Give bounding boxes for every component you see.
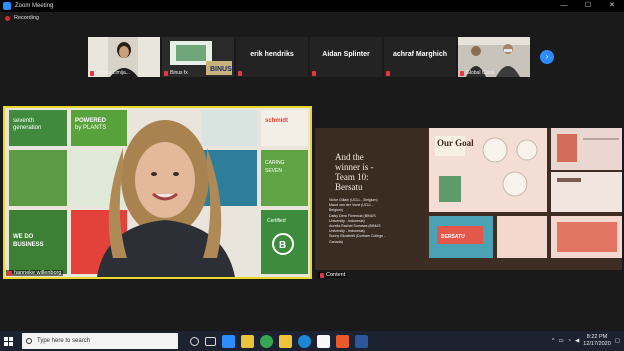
windows-taskbar: Type here to search ^ ▭ ◔ ◀ 8:22 PM 12/1… (0, 331, 624, 351)
recording-indicator[interactable]: Recording (5, 15, 39, 21)
muted-mic-icon (164, 70, 168, 76)
participant-name: achraf Marghich (392, 51, 448, 58)
svg-text:generation: generation (13, 125, 41, 131)
svg-text:BINUS: BINUS (210, 66, 232, 73)
search-placeholder: Type here to search (37, 338, 91, 344)
speaker-video-frame: seventh generation POWERED by PLANTS WE … (5, 108, 310, 277)
participant-name: Binus fx (170, 70, 188, 76)
svg-text:BERSATU: BERSATU (441, 234, 465, 240)
maximize-button[interactable]: ☐ (576, 0, 600, 12)
pinned-apps (190, 334, 368, 348)
svg-text:CARING: CARING (265, 160, 285, 166)
show-hidden-icons-icon[interactable]: ^ (552, 338, 555, 344)
task-view-icon[interactable] (205, 336, 216, 346)
search-icon (26, 338, 32, 344)
window-controls: — ☐ ✕ (552, 0, 624, 12)
content-name-tag: Content (318, 272, 348, 278)
slide-heading: And the winner is - Team 10: Bersatu (335, 152, 374, 192)
start-button[interactable] (0, 331, 16, 351)
svg-text:B: B (279, 240, 286, 251)
content-label: Content (326, 272, 346, 278)
participant-tile[interactable]: Aidan Splinter (310, 37, 382, 77)
clock[interactable]: 8:22 PM 12/17/2020 (583, 334, 611, 348)
close-button[interactable]: ✕ (600, 0, 624, 12)
minimize-button[interactable]: — (552, 0, 576, 12)
muted-mic-icon (312, 71, 316, 76)
app-icon[interactable] (336, 334, 349, 348)
battery-icon[interactable]: ▭ (559, 338, 564, 344)
list-item: Sunny Elizabeth (Durham College - (329, 234, 386, 239)
shared-screen-content[interactable]: BERSATU And the winner is - Team 10: Ber… (315, 128, 622, 270)
muted-mic-icon (238, 71, 242, 76)
recording-label: Recording (14, 15, 40, 21)
active-speaker-video[interactable]: seventh generation POWERED by PLANTS WE … (3, 106, 312, 279)
participant-name: Global Class (466, 70, 495, 76)
folder-icon[interactable] (279, 334, 292, 348)
next-page-chevron-icon[interactable]: › (540, 50, 554, 64)
speaker-name: hanneke willenborg (14, 270, 62, 276)
team-member-list: Victor Gillain (UCLL - Belgium) Maud van… (329, 198, 385, 245)
recording-dot-icon (5, 15, 10, 21)
svg-text:Certified: Certified (267, 218, 286, 224)
volume-icon[interactable]: ◀ (575, 338, 579, 344)
zoom-app-icon[interactable] (222, 334, 235, 348)
chrome-icon[interactable] (260, 334, 273, 348)
paint-icon[interactable] (317, 334, 330, 348)
notifications-icon[interactable]: ▢ (615, 338, 620, 344)
participant-tile[interactable]: Global Class (458, 37, 530, 77)
svg-text:by PLANTS: by PLANTS (75, 125, 106, 131)
muted-mic-icon (460, 70, 464, 76)
participant-tile[interactable]: erik hendriks (236, 37, 308, 77)
svg-text:POWERED: POWERED (75, 118, 107, 124)
svg-text:WE DO: WE DO (13, 234, 34, 240)
clock-time: 8:22 PM (586, 334, 608, 340)
muted-mic-icon (8, 270, 12, 276)
windows-logo-icon (3, 336, 13, 346)
file-explorer-icon[interactable] (241, 334, 254, 348)
speaker-name-tag: hanneke willenborg (6, 270, 64, 276)
taskbar-search-input[interactable]: Type here to search (22, 333, 178, 349)
cortana-icon[interactable] (190, 336, 199, 346)
svg-text:BUSINESS: BUSINESS (13, 242, 44, 248)
network-icon[interactable]: ◔ (568, 338, 571, 344)
muted-mic-icon (320, 272, 324, 278)
svg-text:schmidt: schmidt (265, 118, 288, 124)
zoom-logo-icon (3, 2, 11, 10)
svg-text:seventh: seventh (13, 118, 34, 124)
participant-tile[interactable]: BINUS Binus fx (162, 37, 234, 77)
window-title: Zoom Meeting (15, 3, 54, 9)
participant-name: Amelia Limija... (96, 70, 130, 76)
slide-thumbnail-title: Our Goal (437, 138, 474, 148)
participant-name: erik hendriks (250, 51, 294, 58)
participant-strip: Amelia Limija... BINUS Binus fx erik hen… (88, 37, 530, 77)
muted-mic-icon (386, 71, 390, 76)
participant-name: Aidan Splinter (322, 51, 370, 58)
muted-mic-icon (90, 70, 94, 76)
participant-tile[interactable]: Amelia Limija... (88, 37, 160, 77)
list-item: Canada) (329, 239, 343, 244)
svg-text:SEVEN: SEVEN (265, 168, 282, 174)
edge-icon[interactable] (298, 334, 311, 348)
word-icon[interactable] (355, 334, 368, 348)
system-tray: ^ ▭ ◔ ◀ 8:22 PM 12/17/2020 ▢ (552, 331, 620, 351)
title-bar: Zoom Meeting — ☐ ✕ (0, 0, 624, 12)
clock-date: 12/17/2020 (583, 341, 611, 347)
participant-tile[interactable]: achraf Marghich (384, 37, 456, 77)
